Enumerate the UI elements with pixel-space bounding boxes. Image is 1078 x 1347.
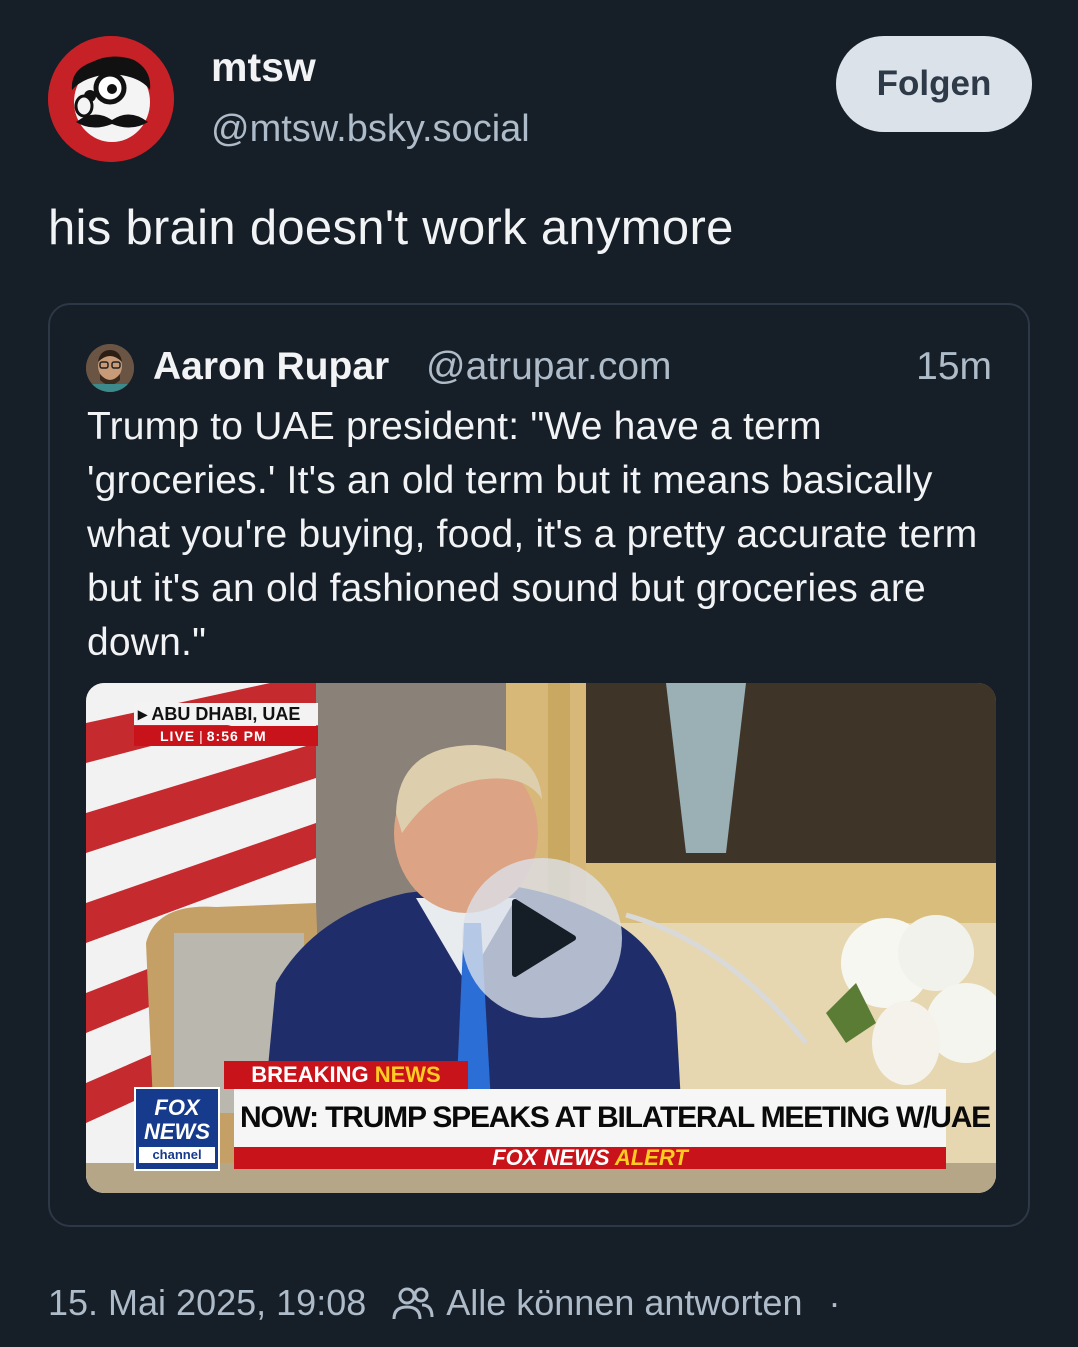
logo-line-2: NEWS [144, 1119, 210, 1144]
author-handle[interactable]: @mtsw.bsky.social [211, 108, 530, 151]
live-time: 8:56 PM [206, 728, 267, 744]
headline-bar: NOW: TRUMP SPEAKS AT BILATERAL MEETING W… [234, 1089, 996, 1147]
alert-brand: FOX NEWS [492, 1145, 610, 1170]
follow-button[interactable]: Folgen [836, 36, 1032, 132]
location-label: ▸ ABU DHABI, UAE [134, 703, 318, 725]
post-footer: 15. Mai 2025, 19:08 Alle können antworte… [48, 1282, 840, 1324]
quoted-author-handle[interactable]: @atrupar.com [426, 345, 672, 389]
reply-setting[interactable]: Alle können antworten [446, 1282, 802, 1324]
post-date: 15. Mai 2025, 19:08 [48, 1282, 367, 1323]
author-name[interactable]: mtsw [211, 44, 316, 91]
live-text: LIVE [160, 728, 196, 744]
play-button[interactable] [462, 858, 622, 1018]
logo-line-1: FOX [154, 1095, 200, 1120]
alert-bar: FOX NEWS ALERT [234, 1147, 946, 1169]
people-icon [392, 1285, 434, 1321]
quoted-post[interactable]: Aaron Rupar @atrupar.com 15m Trump to UA… [48, 303, 1030, 1227]
alert-text: ALERT [614, 1145, 688, 1170]
breaking-text: BREAKING [251, 1062, 369, 1087]
news-text: NEWS [374, 1062, 441, 1087]
separator-dot: · [828, 1282, 841, 1323]
logo-line-3: channel [139, 1147, 215, 1163]
quoted-avatar-icon [86, 344, 134, 392]
video-player[interactable]: ▸ ABU DHABI, UAE LIVE | 8:56 PM BREAKING N… [86, 683, 996, 1193]
live-label: LIVE | 8:56 PM [134, 726, 318, 746]
quoted-post-text: Trump to UAE president: "We have a term … [87, 405, 978, 664]
location-text: ABU DHABI, UAE [151, 704, 301, 724]
quoted-author-avatar[interactable] [86, 344, 134, 392]
quoted-timestamp: 15m [916, 345, 992, 388]
mr-boh-avatar-icon [48, 36, 174, 162]
post-header: mtsw @mtsw.bsky.social Folgen [48, 36, 1032, 162]
play-icon [512, 899, 576, 977]
post-text: his brain doesn't work anymore [48, 201, 734, 255]
play-small-icon: ▸ [138, 704, 148, 724]
author-avatar[interactable] [48, 36, 174, 162]
fox-news-logo: FOX NEWS channel [134, 1087, 220, 1171]
quoted-author-name[interactable]: Aaron Rupar [153, 345, 389, 389]
breaking-news-banner: BREAKING NEWS [224, 1061, 468, 1089]
